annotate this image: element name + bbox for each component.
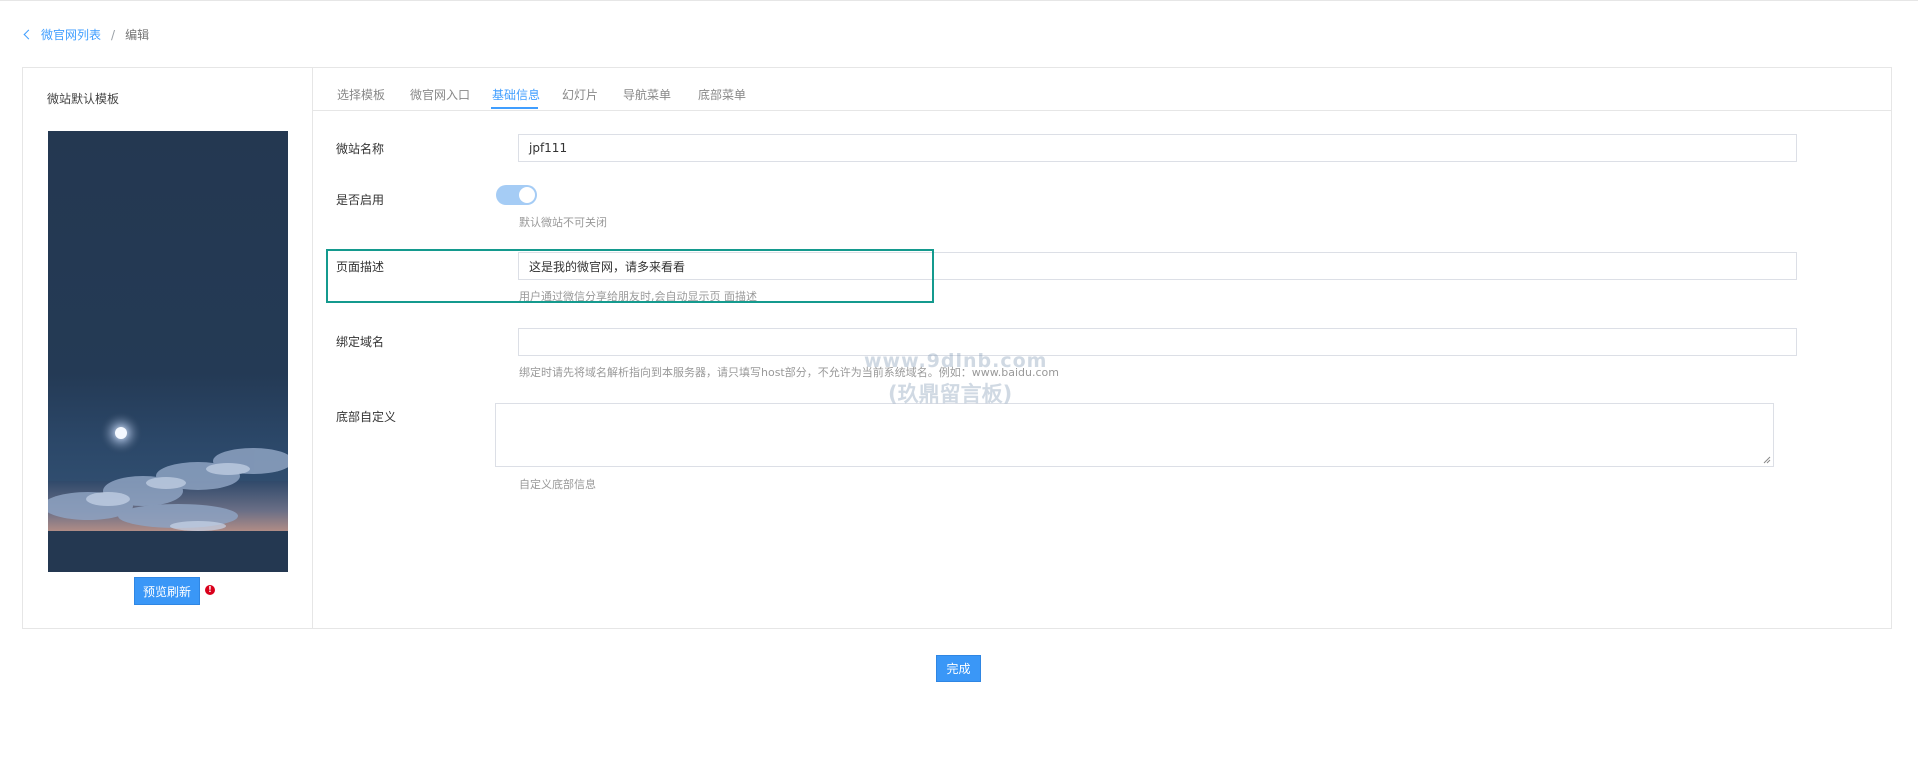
template-preview-panel: 微站默认模板 预览刷新 ! [23, 68, 313, 628]
preview-refresh-button[interactable]: 预览刷新 [134, 577, 200, 605]
tab-slideshow[interactable]: 幻灯片 [562, 86, 598, 103]
template-preview-image [48, 131, 288, 572]
watermark-name: (玖鼎留言板) [888, 382, 1013, 406]
domain-label: 绑定域名 [336, 335, 385, 349]
domain-input[interactable] [518, 328, 1797, 356]
tab-active-indicator [491, 107, 538, 109]
breadcrumb-current: 编辑 [125, 28, 150, 42]
tab-select-template[interactable]: 选择模板 [337, 86, 385, 103]
breadcrumb-back-link[interactable]: 微官网列表 [23, 26, 102, 43]
enabled-hint: 默认微站不可关闭 [519, 216, 607, 229]
site-name-value: jpf111 [529, 141, 568, 155]
toggle-knob [519, 187, 535, 203]
enabled-label: 是否启用 [336, 193, 385, 207]
breadcrumb: 微官网列表 / 编辑 [23, 26, 150, 43]
breadcrumb-separator: / [111, 27, 116, 42]
breadcrumb-back-label: 微官网列表 [41, 28, 102, 42]
site-name-label: 微站名称 [336, 142, 385, 156]
info-icon[interactable]: ! [205, 585, 215, 595]
highlight-box [326, 249, 934, 303]
done-button[interactable]: 完成 [936, 655, 981, 682]
top-divider [0, 0, 1918, 1]
footer-custom-label: 底部自定义 [336, 410, 397, 424]
tab-bar: 选择模板 微官网入口 基础信息 幻灯片 导航菜单 底部菜单 [313, 68, 1891, 111]
watermark-url: www.9dlnb.com [864, 350, 1048, 372]
template-title: 微站默认模板 [47, 92, 120, 106]
tab-basic-info[interactable]: 基础信息 [492, 86, 540, 103]
tab-entry[interactable]: 微官网入口 [410, 86, 470, 103]
edit-card: 微站默认模板 预览刷新 ! 选择模板 微官网入口 基础信息 幻灯片 导航菜单 底… [22, 67, 1892, 629]
site-name-input[interactable]: jpf111 [518, 134, 1797, 162]
chevron-left-icon [23, 29, 34, 40]
tab-footer-menu[interactable]: 底部菜单 [698, 86, 746, 103]
footer-custom-textarea[interactable] [495, 403, 1774, 467]
resize-handle-icon[interactable] [1763, 456, 1771, 464]
enabled-toggle[interactable] [496, 185, 537, 205]
tab-nav-menu[interactable]: 导航菜单 [623, 86, 671, 103]
footer-custom-hint: 自定义底部信息 [519, 478, 596, 491]
